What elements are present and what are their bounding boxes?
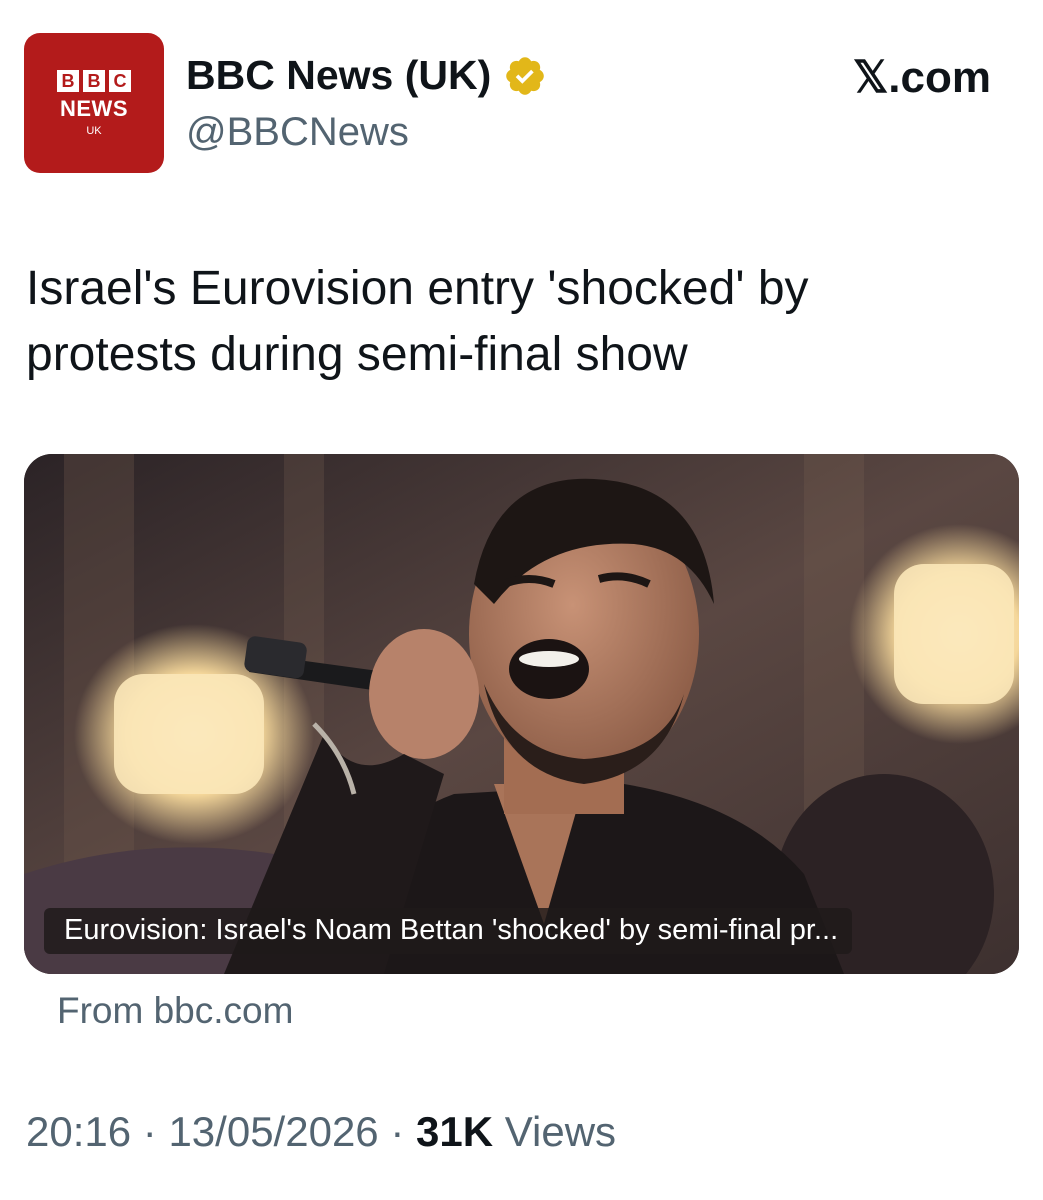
avatar-news-label: NEWS [60,95,128,121]
verified-badge-icon[interactable] [503,54,547,98]
link-card-image[interactable]: Eurovision: Israel's Noam Bettan 'shocke… [24,454,1019,974]
tweet-header: B B C NEWS UK BBC News (UK) @BBCNews 𝕏.c… [0,0,1043,190]
x-com-logo: 𝕏.com [852,53,991,102]
card-caption: Eurovision: Israel's Noam Bettan 'shocke… [44,908,853,954]
avatar[interactable]: B B C NEWS UK [24,33,164,173]
avatar-region-label: UK [86,124,102,137]
account-handle[interactable]: @BBCNews [186,110,409,155]
tweet-text: Israel's Eurovision entry 'shocked' by p… [26,262,809,381]
tweet-time[interactable]: 20:16 [26,1108,131,1155]
bbc-letter: C [109,69,131,92]
tweet-meta: 20:16 · 13/05/2026 · 31K Views [26,1108,616,1156]
bbc-letter: B [57,69,79,92]
card-source-link[interactable]: From bbc.com [57,990,293,1032]
display-name[interactable]: BBC News (UK) [186,52,491,99]
bbc-letter: B [83,69,105,92]
name-row: BBC News (UK) [186,52,547,99]
meta-separator: · [390,1108,405,1155]
performer-photo [24,454,1019,974]
views-count[interactable]: 31K [416,1108,493,1155]
views-label: Views [504,1108,617,1155]
bbc-logo: B B C [57,69,131,92]
tweet-date[interactable]: 13/05/2026 [168,1108,378,1155]
meta-separator: · [142,1108,157,1155]
